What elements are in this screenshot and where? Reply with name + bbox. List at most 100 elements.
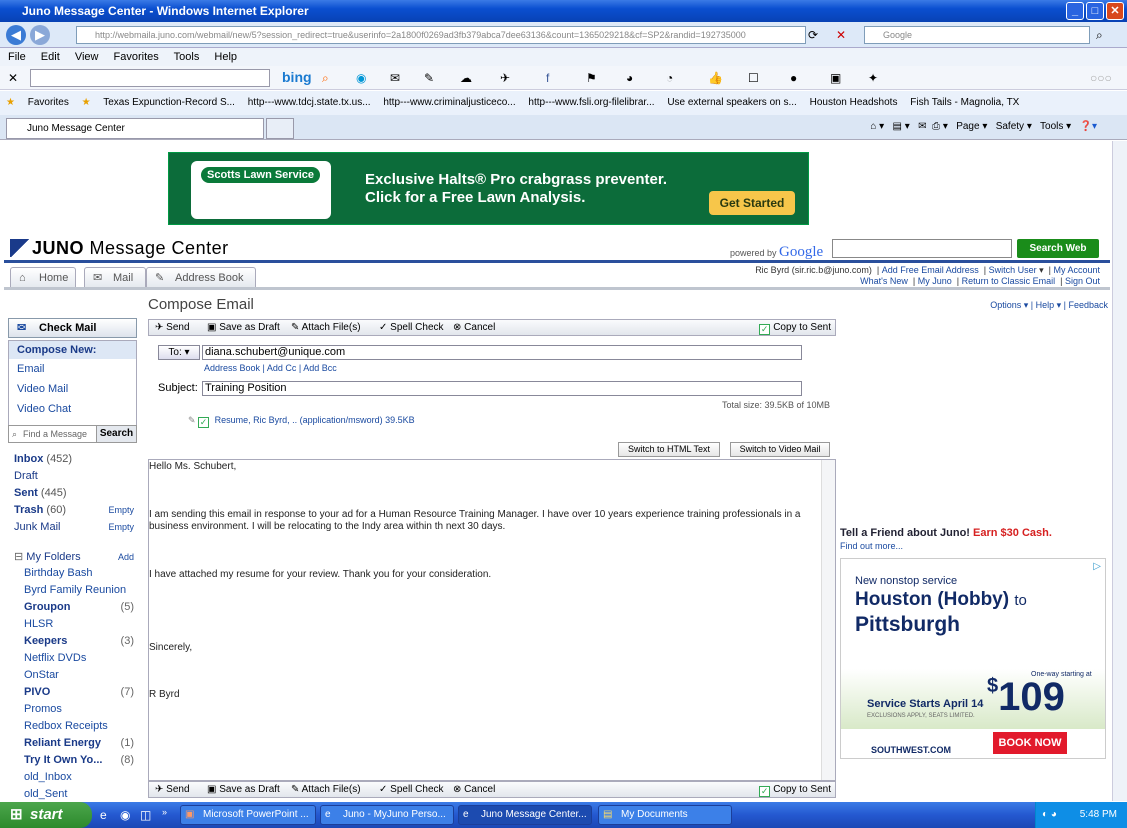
copy-to-sent-checkbox[interactable]: ✓ Copy to Sent <box>759 320 831 335</box>
folder-item[interactable]: Reliant Energy (1) <box>24 735 134 751</box>
send-button[interactable]: ✈ Send <box>155 782 190 797</box>
tab-home[interactable]: ⌂ Home <box>10 267 76 287</box>
home-icon[interactable]: ⌂ ▾ <box>870 121 884 132</box>
attachment-item[interactable]: ✎ ✓ Resume, Ric Byrd, .. (application/ms… <box>188 415 415 428</box>
toolbar-icon-3[interactable]: ✈ <box>500 70 510 86</box>
folder-trash[interactable]: Trash (60) Empty <box>14 502 134 518</box>
add-favorite-icon[interactable]: ★ <box>82 97 91 108</box>
toolbar-icon-6[interactable]: ◔ <box>666 70 673 86</box>
page-menu[interactable]: Page <box>956 121 979 132</box>
switch-video-button[interactable]: Switch to Video Mail <box>730 442 830 457</box>
like-icon[interactable]: 👍 <box>708 70 723 86</box>
safety-menu[interactable]: Safety <box>996 121 1024 132</box>
attach-button[interactable]: ✎ Attach File(s) <box>291 320 361 335</box>
favorite-link[interactable]: http---www.tdcj.state.tx.us... <box>248 97 371 108</box>
chat-icon[interactable]: ☐ <box>748 70 759 86</box>
favorite-link[interactable]: Houston Headshots <box>810 97 898 108</box>
weather-icon[interactable]: ☁ <box>460 70 472 86</box>
to-field[interactable]: diana.schubert@unique.com <box>202 345 802 360</box>
browser-search-input[interactable]: Google <box>864 26 1090 44</box>
web-search-input[interactable] <box>832 239 1012 258</box>
quicklaunch-icon[interactable]: ◫ <box>140 807 151 823</box>
save-draft-button[interactable]: ▣ Save as Draft <box>207 782 280 797</box>
tools-menu[interactable]: Tools <box>1040 121 1063 132</box>
mail-icon[interactable]: ✉ <box>918 121 926 132</box>
tell-friend-promo[interactable]: Tell a Friend about Juno! Earn $30 Cash. <box>840 527 1052 539</box>
subject-field[interactable]: Training Position <box>202 381 802 396</box>
find-message-input[interactable]: ⌕ Find a Message Search <box>8 425 137 443</box>
quicklaunch-more-icon[interactable]: » <box>162 807 167 817</box>
menu-view[interactable]: View <box>75 51 99 63</box>
send-button[interactable]: ✈ Send <box>155 320 190 335</box>
empty-trash-link[interactable]: Empty <box>108 502 134 518</box>
forward-icon[interactable]: ▶ <box>30 25 50 45</box>
spell-check-button[interactable]: ✓ Spell Check <box>379 320 444 335</box>
maximize-icon[interactable]: □ <box>1086 2 1104 20</box>
toolbar-more-icon[interactable]: ○○○ <box>1090 70 1112 86</box>
hp-icon[interactable]: ◉ <box>356 70 366 86</box>
taskbar-item[interactable]: ▣ Microsoft PowerPoint ... <box>180 805 316 825</box>
ie-quicklaunch-icon[interactable]: e <box>100 807 107 823</box>
tray-icons[interactable]: ◐ ◕ <box>1042 802 1057 828</box>
to-dropdown[interactable]: To: ▾ <box>158 345 200 360</box>
my-folders-header[interactable]: ⊟ My Folders Add <box>14 549 134 565</box>
find-search-button[interactable]: Search <box>96 426 136 442</box>
search-web-button[interactable]: Search Web <box>1017 239 1099 258</box>
minimize-icon[interactable]: _ <box>1066 2 1084 20</box>
add-email-link[interactable]: Add Free Email Address <box>882 265 979 275</box>
adchoices-icon[interactable]: ▷ <box>1093 561 1101 572</box>
favorites-label[interactable]: Favorites <box>28 97 69 108</box>
folder-item[interactable]: Groupon (5) <box>24 599 134 615</box>
favorite-link[interactable]: Use external speakers on s... <box>667 97 797 108</box>
compose-video-mail-link[interactable]: Video Mail <box>9 379 136 399</box>
tab-mail[interactable]: ✉ Mail <box>84 267 146 287</box>
folder-item[interactable]: Keepers (3) <box>24 633 134 649</box>
bing-search-input[interactable] <box>30 69 270 87</box>
close-toolbar-icon[interactable]: ✕ <box>8 70 18 86</box>
taskbar-item[interactable]: ▤ My Documents <box>598 805 732 825</box>
options-help-links[interactable]: Options ▾ | Help ▾ | Feedback <box>930 300 1108 311</box>
toolbar-icon-5[interactable]: ◕ <box>626 70 633 86</box>
print-icon[interactable]: ⎙ ▾ <box>932 121 948 132</box>
toolbar-icon-7[interactable]: ● <box>790 70 797 86</box>
facebook-icon[interactable]: f <box>546 70 549 86</box>
menu-favorites[interactable]: Favorites <box>114 51 159 63</box>
my-account-link[interactable]: My Account <box>1053 265 1100 275</box>
folder-item[interactable]: old_Sent <box>24 786 134 802</box>
toolbar-icon-8[interactable]: ▣ <box>830 70 841 86</box>
add-folder-link[interactable]: Add <box>118 549 134 565</box>
collapse-icon[interactable]: ⊟ <box>14 551 23 563</box>
quicklaunch-icon[interactable]: ◉ <box>120 807 130 823</box>
message-body[interactable]: Hello Ms. Schubert, I am sending this em… <box>148 459 836 781</box>
switch-html-button[interactable]: Switch to HTML Text <box>618 442 720 457</box>
favorite-link[interactable]: http---www.fsli.org-filelibrar... <box>528 97 654 108</box>
cancel-button[interactable]: ⊗ Cancel <box>453 320 495 335</box>
check-mail-button[interactable]: ✉ Check Mail <box>8 318 137 338</box>
new-tab-button[interactable] <box>266 118 294 139</box>
classic-email-link[interactable]: Return to Classic Email <box>962 276 1056 286</box>
folder-inbox[interactable]: Inbox (452) <box>14 451 134 467</box>
compose-email-link[interactable]: Email <box>9 359 136 379</box>
southwest-ad[interactable]: ▷ New nonstop service Houston (Hobby) to… <box>840 558 1106 759</box>
taskbar-item[interactable]: e Juno - MyJuno Perso... <box>320 805 454 825</box>
refresh-icon[interactable]: ⟳ <box>808 27 818 43</box>
save-draft-button[interactable]: ▣ Save as Draft <box>207 320 280 335</box>
tab-juno[interactable]: Juno Message Center <box>6 118 264 139</box>
close-icon[interactable]: ✕ <box>1106 2 1124 20</box>
toolbar-icon-9[interactable]: ✦ <box>868 70 878 86</box>
get-started-button[interactable]: Get Started <box>709 191 795 215</box>
attach-button[interactable]: ✎ Attach File(s) <box>291 782 361 797</box>
menu-file[interactable]: File <box>8 51 26 63</box>
page-scrollbar[interactable] <box>1112 141 1127 801</box>
folder-item[interactable]: Promos <box>24 701 134 717</box>
favorite-link[interactable]: http---www.criminaljusticeco... <box>383 97 515 108</box>
favorite-link[interactable]: Fish Tails - Magnolia, TX <box>910 97 1019 108</box>
folder-item[interactable]: Redbox Receipts <box>24 718 134 734</box>
back-icon[interactable]: ◀ <box>6 25 26 45</box>
find-out-more-link[interactable]: Find out more... <box>840 541 903 551</box>
menu-help[interactable]: Help <box>214 51 237 63</box>
book-now-button[interactable]: BOOK NOW <box>993 732 1067 754</box>
folder-item[interactable]: PIVO (7) <box>24 684 134 700</box>
favorite-link[interactable]: Texas Expunction-Record S... <box>103 97 235 108</box>
ad-banner[interactable]: Scotts Lawn Service Exclusive Halts® Pro… <box>168 152 809 225</box>
